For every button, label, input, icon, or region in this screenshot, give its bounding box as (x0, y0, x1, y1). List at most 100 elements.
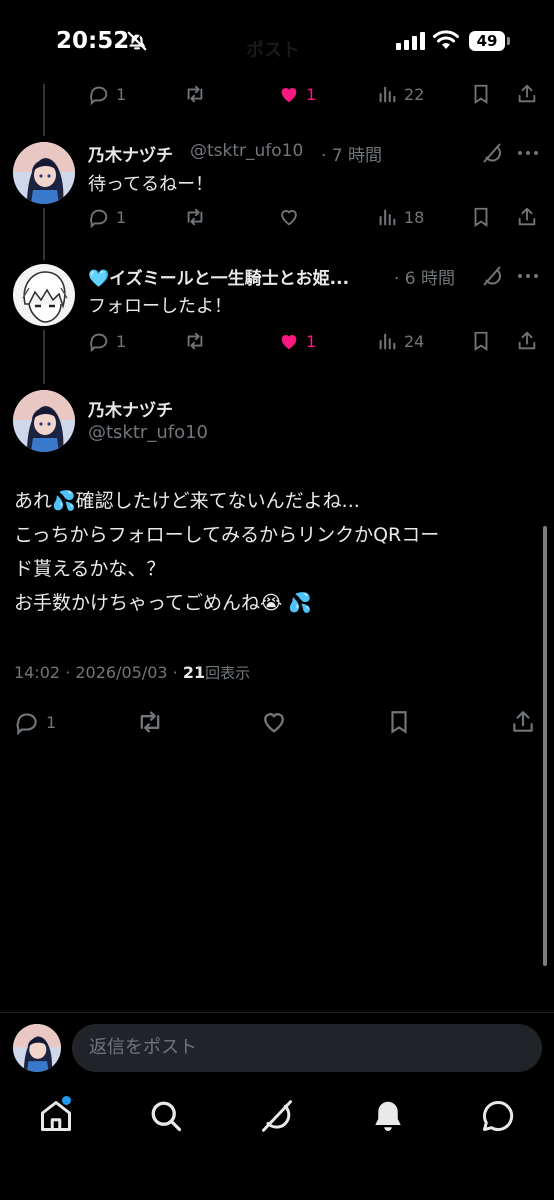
retweet-button[interactable] (184, 327, 206, 355)
grok-nav-icon[interactable] (259, 1098, 295, 1134)
reply-count: 1 (116, 84, 127, 104)
bookmark-button[interactable] (470, 327, 492, 355)
avatar-image (13, 390, 75, 452)
avatar[interactable] (13, 264, 75, 326)
views-count: 24 (404, 331, 425, 351)
cell-signal-icon (396, 32, 425, 50)
bookmark-icon (474, 331, 488, 351)
heart-icon (264, 713, 284, 733)
thread-line (43, 84, 45, 136)
bookmark-icon (474, 84, 488, 104)
grok-icon[interactable] (480, 141, 504, 165)
share-icon (513, 711, 533, 732)
views-count: 18 (404, 207, 425, 227)
post-time: · 6 時間 (394, 269, 456, 289)
views-button[interactable]: 18 (376, 203, 424, 231)
avatar-image (13, 264, 75, 326)
author-name[interactable]: 乃木ナヅチ (88, 141, 173, 166)
main-tweet-actions: 1 (14, 708, 540, 736)
reply-button[interactable]: 1 (88, 80, 126, 108)
retweet-icon (187, 208, 203, 226)
share-icon (518, 207, 536, 226)
bookmark-icon (474, 207, 488, 227)
like-count: 1 (306, 84, 317, 104)
views-button[interactable]: 24 (376, 327, 424, 355)
main-post-text: あれ💦確認したけど来てないんだよね... こっちからフォローしてみるからリンクか… (14, 484, 544, 620)
more-icon[interactable] (516, 264, 540, 288)
reply-button[interactable]: 1 (88, 327, 126, 355)
like-button[interactable]: 1 (278, 327, 316, 355)
bookmark-icon (391, 711, 407, 734)
avatar[interactable] (13, 142, 75, 204)
reply-button[interactable]: 1 (14, 708, 56, 736)
retweet-button[interactable] (136, 708, 164, 736)
reply-count: 1 (116, 331, 127, 351)
thread-line (43, 208, 45, 260)
battery-icon: 49 (469, 31, 505, 51)
views-label: 回表示 (205, 664, 251, 682)
analytics-icon (379, 86, 396, 103)
post-time: · 7 時間 (321, 146, 383, 166)
tweet-actions: 1 1 22 (88, 80, 542, 108)
reply-count: 1 (116, 207, 127, 227)
status-time: 20:52 (56, 28, 130, 54)
reply-icon (90, 209, 108, 228)
tweet-actions: 1 1 24 (88, 327, 542, 355)
heart-filled-icon (281, 88, 297, 103)
post-meta: 14:02 · 2026/05/03 · 21回表示 (14, 662, 250, 683)
retweet-button[interactable] (184, 80, 206, 108)
like-button[interactable]: 1 (278, 80, 316, 108)
battery-tip (507, 37, 510, 45)
bell-icon[interactable] (370, 1098, 406, 1134)
reply-icon (90, 86, 108, 105)
messages-icon[interactable] (480, 1098, 516, 1134)
scrollbar[interactable] (543, 526, 547, 966)
share-button[interactable] (516, 327, 538, 355)
bell-mute-icon (127, 31, 147, 51)
views-total[interactable]: 21 (183, 663, 205, 682)
analytics-icon (379, 333, 396, 350)
like-button[interactable] (278, 203, 300, 231)
views-count: 22 (404, 84, 425, 104)
bookmark-button[interactable] (386, 708, 412, 736)
main-post-line: こっちからフォローしてみるからリンクかQRコー (14, 524, 440, 546)
bookmark-button[interactable] (470, 203, 492, 231)
header-title: ポスト (246, 40, 300, 61)
my-avatar[interactable] (13, 1024, 61, 1072)
reply-button[interactable]: 1 (88, 203, 126, 231)
post-text: フォローしたよ！ (88, 296, 232, 317)
share-button[interactable] (510, 708, 536, 736)
post-timestamp: 14:02 · 2026/05/03 · (14, 663, 183, 682)
share-button[interactable] (516, 80, 538, 108)
heart-filled-icon (281, 335, 297, 350)
notification-dot (62, 1096, 71, 1105)
main-post-line: お手数かけちゃってごめんね😭 💦 (14, 592, 312, 614)
like-button[interactable] (260, 708, 288, 736)
analytics-icon (379, 209, 396, 226)
author-name[interactable]: 🩵イズミールと一生騎士とお姫... (88, 264, 349, 289)
bookmark-button[interactable] (470, 80, 492, 108)
avatar-image (13, 1024, 61, 1072)
reply-input[interactable]: 返信をポスト (72, 1024, 542, 1072)
share-icon (518, 84, 536, 103)
reply-icon (90, 333, 108, 352)
retweet-button[interactable] (184, 203, 206, 231)
author-handle[interactable]: @tsktr_ufo10 (190, 141, 303, 161)
main-post-line: あれ💦確認したけど来てないんだよね... (14, 490, 360, 512)
main-post-line: ド貰えるかな、？ (14, 558, 166, 580)
main-author-name[interactable]: 乃木ナヅチ (88, 396, 173, 421)
heart-icon (281, 210, 297, 226)
more-icon[interactable] (516, 141, 540, 165)
retweet-icon (140, 711, 160, 733)
retweet-icon (187, 332, 203, 350)
status-bar: ポスト 20:52 49 (0, 0, 554, 84)
thread-line (43, 330, 45, 384)
share-button[interactable] (516, 203, 538, 231)
main-author-handle[interactable]: @tsktr_ufo10 (88, 422, 208, 443)
main-avatar[interactable] (13, 390, 75, 452)
search-icon[interactable] (148, 1098, 184, 1134)
views-button[interactable]: 22 (376, 80, 424, 108)
reply-icon (16, 713, 37, 735)
post-text: 待ってるねー！ (88, 174, 214, 195)
grok-icon[interactable] (480, 264, 504, 288)
